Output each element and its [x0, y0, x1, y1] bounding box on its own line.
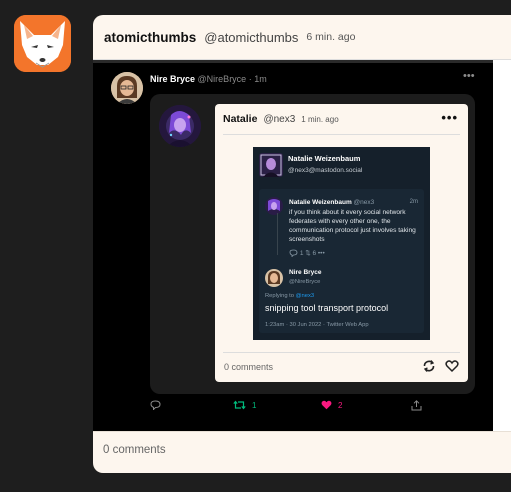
replying-prefix: Replying to: [265, 293, 295, 299]
natalie-handle[interactable]: @nex3: [263, 114, 295, 125]
footer-divider: [93, 431, 511, 432]
repost-icon[interactable]: [422, 359, 436, 373]
natalie-post-card: Natalie @nex3 1 min. ago ••• Natalie Wei…: [215, 104, 468, 382]
screenshot-author-handle: @nex3@mastodon.social: [288, 167, 363, 174]
like-button[interactable]: 2: [321, 400, 342, 410]
natalie-display-name[interactable]: Natalie: [223, 113, 257, 125]
post-header: atomicthumbs @atomicthumbs 6 min. ago: [93, 15, 511, 59]
quoted-avatar: [265, 197, 283, 215]
share-icon: [411, 400, 422, 411]
quoted-stats-text: 1 ⇅ 6 •••: [299, 250, 325, 257]
more-dots-icon[interactable]: •••: [441, 110, 458, 125]
natalie-footer-divider: [223, 352, 460, 353]
post-card: atomicthumbs @atomicthumbs 6 min. ago Ni…: [93, 15, 511, 473]
quoted-time: 2m: [409, 199, 418, 205]
heart-icon: [321, 400, 332, 410]
fox-avatar[interactable]: [14, 15, 71, 72]
quoted-handle: @nex3: [353, 199, 375, 206]
post-timestamp[interactable]: 6 min. ago: [306, 31, 355, 43]
tweet-author-line: Nire Bryce @NireBryce · 1m: [150, 74, 267, 84]
retweet-icon: [233, 400, 246, 410]
natalie-timestamp[interactable]: 1 min. ago: [301, 115, 338, 124]
embedded-tweet: Nire Bryce @NireBryce · 1m ••• Natalie @…: [93, 60, 493, 431]
natalie-header: Natalie @nex3 1 min. ago: [223, 113, 339, 125]
retweet-count: 1: [252, 400, 257, 410]
tweet-actions: 1 2: [93, 400, 493, 420]
screenshot-avatar: [259, 153, 283, 177]
nire-avatar-image: [111, 72, 143, 104]
embed-side-panel: [493, 60, 511, 431]
like-count: 2: [338, 400, 343, 410]
retweet-button[interactable]: 1: [233, 400, 256, 410]
quoted-text: if you think about it every social netwo…: [289, 209, 416, 243]
post-handle[interactable]: @atomicthumbs: [204, 30, 298, 45]
heart-outline-icon[interactable]: [445, 359, 459, 373]
thread-line: [277, 213, 278, 255]
reply-meta: 1:23am · 30 Jun 2022 · Twitter Web App: [265, 322, 369, 328]
reply-avatar: [265, 269, 283, 287]
tweet-more-icon[interactable]: •••: [463, 70, 475, 82]
natalie-divider: [223, 134, 460, 135]
quoted-card: Natalie @nex3 1 min. ago ••• Natalie Wei…: [150, 94, 475, 394]
tweet-top-strip: [93, 60, 493, 63]
post-display-name[interactable]: atomicthumbs: [104, 30, 196, 45]
tweet-author-name[interactable]: Nire Bryce: [150, 74, 195, 84]
natalie-avatar-image: [159, 105, 201, 147]
tweet-time: · 1m: [248, 74, 267, 84]
natalie-actions: [422, 359, 459, 373]
screenshot-author-name: Natalie Weizenbaum: [288, 154, 361, 163]
reply-button[interactable]: [150, 400, 161, 410]
quoted-name-line: Natalie Weizenbaum @nex3: [289, 199, 374, 206]
screenshot-image[interactable]: Natalie Weizenbaum @nex3@mastodon.social: [253, 147, 430, 340]
post-comments-link[interactable]: 0 comments: [103, 444, 166, 456]
quoted-stats: 1 ⇅ 6 •••: [289, 249, 325, 258]
natalie-avatar[interactable]: [159, 105, 201, 147]
quoted-reply-icon: [289, 249, 298, 258]
share-button[interactable]: [411, 400, 422, 411]
reply-icon: [150, 400, 161, 410]
screenshot-quoted-tweet: Natalie Weizenbaum @nex3 2m if you think…: [259, 189, 424, 333]
replying-to-line: Replying to @nex3: [265, 293, 314, 299]
fox-logo-icon: [14, 15, 71, 72]
nire-avatar[interactable]: [111, 72, 143, 104]
quoted-name: Natalie Weizenbaum: [289, 199, 352, 206]
reply-text: snipping tool transport protocol: [265, 303, 389, 313]
reply-name: Nire Bryce: [289, 269, 322, 276]
natalie-comments-link[interactable]: 0 comments: [224, 362, 273, 372]
replying-to-handle: @nex3: [295, 293, 315, 299]
tweet-author-handle[interactable]: @NireBryce: [198, 74, 247, 84]
reply-handle: @NireBryce: [289, 279, 321, 285]
